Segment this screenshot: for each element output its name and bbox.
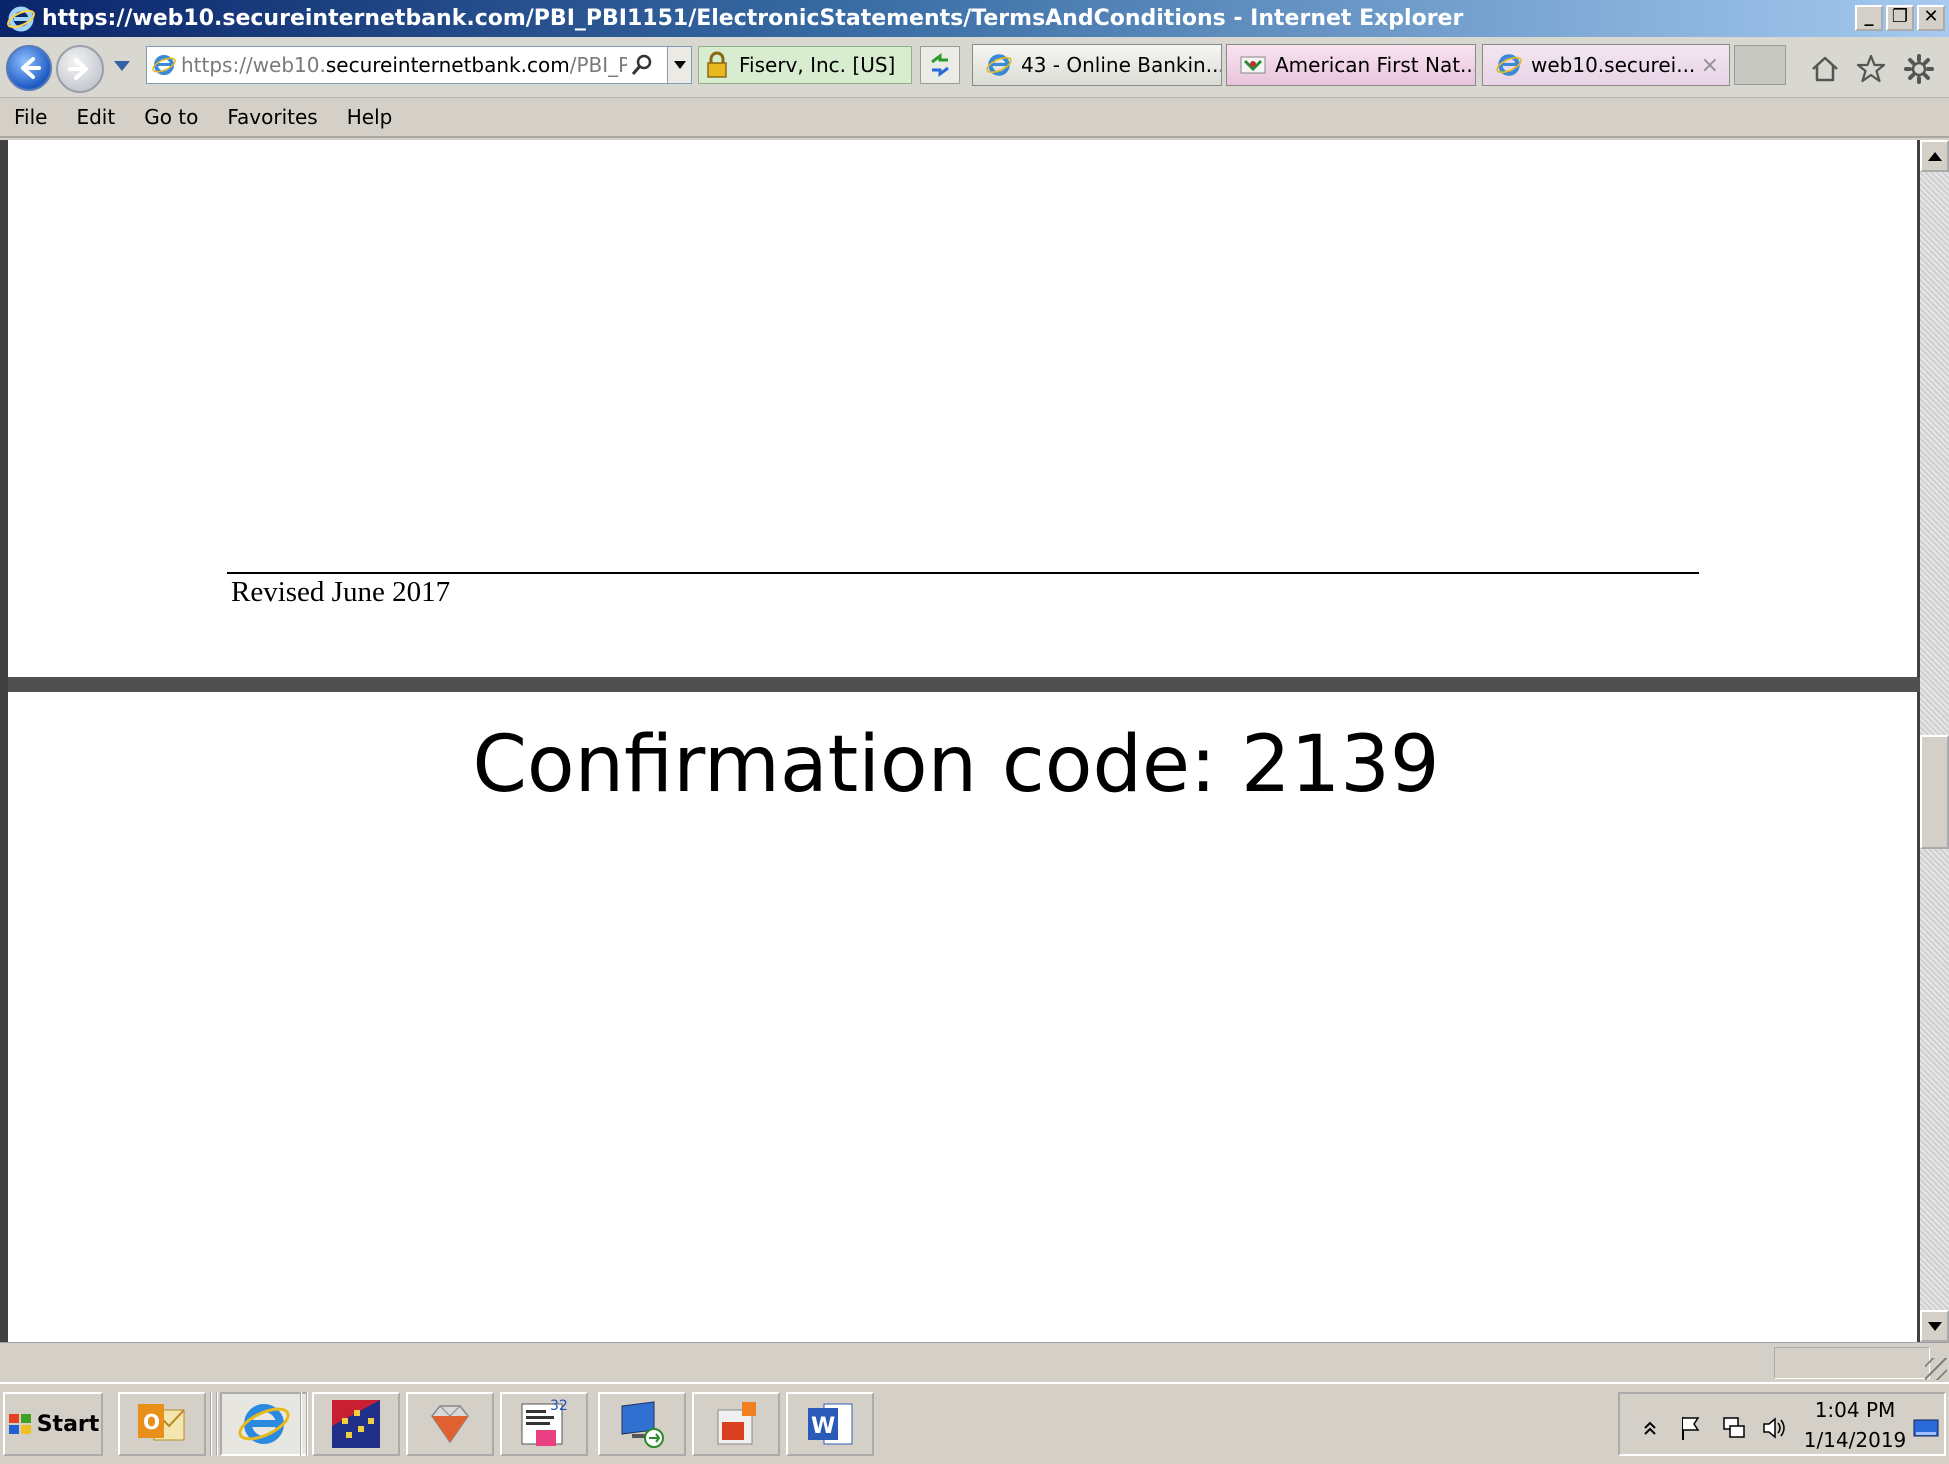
taskbar: Start O 32 W 1:04 PM 1/14/2019 — [0, 1382, 1949, 1464]
url-scheme: https:// — [181, 53, 253, 77]
forward-button[interactable] — [56, 45, 104, 93]
grid-app-icon — [332, 1400, 380, 1448]
clock-date[interactable]: 1/14/2019 — [1800, 1428, 1910, 1452]
window-controls: _ ❐ ✕ — [1855, 5, 1945, 31]
page-ie-icon — [152, 55, 176, 75]
forward-arrow-icon — [68, 58, 88, 80]
confirmation-code: Confirmation code: 2139 — [472, 720, 1440, 810]
scroll-up-button[interactable] — [1920, 140, 1949, 172]
vertical-scrollbar[interactable] — [1920, 140, 1949, 1342]
window-title-bar[interactable]: https://web10.secureinternetbank.com/PBI… — [0, 0, 1949, 37]
lock-icon — [707, 51, 727, 78]
frame-splitter[interactable] — [8, 677, 1920, 692]
navigation-bar: https://web10.secureinternetbank.com/PBI… — [0, 37, 1949, 98]
tab-close-icon[interactable]: × — [1701, 53, 1719, 78]
menu-edit[interactable]: Edit — [76, 105, 115, 129]
scroll-down-button[interactable] — [1920, 1310, 1949, 1342]
app-grid-taskbar-button[interactable] — [312, 1392, 400, 1456]
windows-flag-icon — [8, 1414, 31, 1434]
tab-label: American First Nat... — [1275, 53, 1476, 77]
word-icon: W — [808, 1403, 853, 1445]
show-hidden-icon[interactable] — [1636, 1414, 1664, 1442]
revised-date: Revised June 2017 — [231, 576, 451, 608]
search-icon — [631, 54, 652, 75]
back-arrow-icon — [21, 57, 41, 79]
url-domain: secureinternetbank.com — [325, 53, 570, 77]
scroll-thumb[interactable] — [1920, 735, 1949, 850]
window-title: https://web10.secureinternetbank.com/PBI… — [42, 6, 1464, 31]
svg-text:W: W — [811, 1414, 835, 1439]
security-label: Fiserv, Inc. [US] — [739, 53, 896, 77]
tab-ie-icon — [986, 54, 1012, 76]
flag-icon[interactable] — [1676, 1414, 1704, 1442]
url-subdomain: web10. — [252, 53, 326, 77]
footer-divider — [227, 572, 1699, 574]
menu-help[interactable]: Help — [347, 105, 393, 129]
internet-explorer-taskbar-button[interactable] — [220, 1392, 308, 1456]
address-url[interactable]: https://web10.secureinternetbank.com/PBI… — [181, 53, 627, 77]
clock-time[interactable]: 1:04 PM — [1810, 1398, 1900, 1422]
tab-online-banking[interactable]: 43 - Online Bankin... — [972, 44, 1222, 86]
back-button[interactable] — [6, 45, 52, 91]
address-bar[interactable]: https://web10.secureinternetbank.com/PBI… — [146, 46, 692, 84]
search-button[interactable] — [627, 50, 657, 80]
outlook-icon: O — [138, 1404, 185, 1441]
resize-grip[interactable] — [1925, 1358, 1947, 1380]
start-label: Start — [36, 1411, 100, 1437]
refresh-button[interactable] — [920, 46, 960, 84]
internet-explorer-icon — [238, 1404, 290, 1444]
address-dropdown-button[interactable] — [667, 47, 691, 83]
bank-logo-icon — [1240, 56, 1266, 74]
home-icon[interactable] — [1809, 53, 1841, 85]
tab-ie-icon — [1496, 54, 1522, 76]
network-icon[interactable] — [1720, 1414, 1748, 1442]
minimize-button[interactable]: _ — [1855, 5, 1883, 31]
new-tab-button[interactable] — [1734, 45, 1786, 85]
menu-file[interactable]: File — [14, 105, 47, 129]
refresh-icon — [931, 53, 949, 77]
svg-text:O: O — [143, 1410, 160, 1434]
favorites-star-icon[interactable] — [1855, 53, 1887, 85]
taskbar-separator — [210, 1392, 218, 1456]
tab-american-first[interactable]: American First Nat... — [1226, 44, 1476, 86]
calendar-report-icon: 32 — [521, 1398, 568, 1446]
taskbar-separator — [300, 1392, 308, 1456]
office-app-icon — [717, 1402, 756, 1445]
security-report-button[interactable]: Fiserv, Inc. [US] — [698, 46, 912, 84]
status-zone-pane — [1774, 1347, 1930, 1379]
menu-bar: File Edit Go to Favorites Help — [0, 98, 1949, 138]
close-button[interactable]: ✕ — [1917, 5, 1945, 31]
menu-favorites[interactable]: Favorites — [227, 105, 317, 129]
diamond-icon — [431, 1405, 469, 1444]
volume-icon[interactable] — [1760, 1414, 1788, 1442]
history-dropdown-icon[interactable] — [114, 61, 130, 71]
internet-explorer-icon — [7, 6, 35, 31]
remote-desktop-icon — [621, 1401, 664, 1448]
svg-text:32: 32 — [550, 1398, 568, 1414]
gem-app-taskbar-button[interactable] — [406, 1392, 494, 1456]
word-taskbar-button[interactable]: W — [786, 1392, 874, 1456]
menu-go-to[interactable]: Go to — [144, 105, 198, 129]
terms-frame[interactable]: Revised June 2017 — [8, 140, 1920, 677]
start-button[interactable]: Start — [3, 1392, 103, 1456]
tab-label: web10.securei... — [1531, 53, 1696, 77]
url-path: /PBI_PBI — [569, 53, 627, 77]
tab-web10-secure[interactable]: web10.securei... × — [1482, 44, 1730, 86]
restore-button[interactable]: ❐ — [1886, 5, 1914, 31]
remote-desktop-taskbar-button[interactable] — [598, 1392, 686, 1456]
office-app-taskbar-button[interactable] — [692, 1392, 780, 1456]
gear-icon[interactable] — [1903, 53, 1935, 85]
status-bar — [0, 1342, 1949, 1382]
tab-label: 43 - Online Bankin... — [1021, 53, 1222, 77]
outlook-taskbar-button[interactable]: O — [118, 1392, 206, 1456]
desktop-icon[interactable] — [1912, 1414, 1940, 1442]
calendar-app-taskbar-button[interactable]: 32 — [500, 1392, 588, 1456]
